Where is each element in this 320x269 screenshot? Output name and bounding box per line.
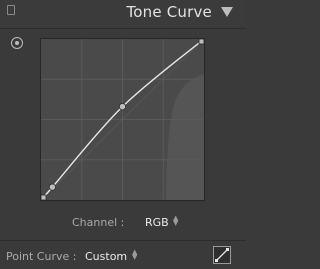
channel-updown-icon[interactable]: ▲ ▼: [173, 215, 178, 227]
panel-switch-icon[interactable]: [7, 5, 15, 15]
edit-point-curve-button[interactable]: [213, 246, 231, 264]
collapse-triangle-icon[interactable]: [221, 7, 233, 17]
point-curve-updown-icon[interactable]: ▲ ▼: [132, 249, 137, 261]
channel-label: Channel :: [72, 216, 125, 229]
curve-endpoint[interactable]: [41, 194, 47, 200]
curve-endpoint[interactable]: [198, 39, 204, 45]
point-curve-label: Point Curve :: [6, 250, 77, 263]
channel-select[interactable]: RGB: [145, 216, 169, 229]
channel-row[interactable]: Channel : RGB ▲ ▼: [0, 213, 246, 233]
point-curve-row[interactable]: Point Curve : Custom ▲ ▼: [0, 246, 246, 266]
divider: [0, 240, 246, 241]
curve-control-point[interactable]: [118, 103, 127, 111]
edit-point-curve-icon: [215, 248, 229, 262]
tone-curve-svg[interactable]: [41, 39, 204, 200]
panel-title: Tone Curve: [126, 3, 212, 21]
tone-curve-graph[interactable]: [40, 38, 205, 201]
panel-header[interactable]: Tone Curve: [0, 0, 246, 29]
target-adjustment-icon[interactable]: [11, 37, 23, 49]
curve-control-point[interactable]: [48, 183, 57, 191]
point-curve-select[interactable]: Custom: [85, 250, 127, 263]
